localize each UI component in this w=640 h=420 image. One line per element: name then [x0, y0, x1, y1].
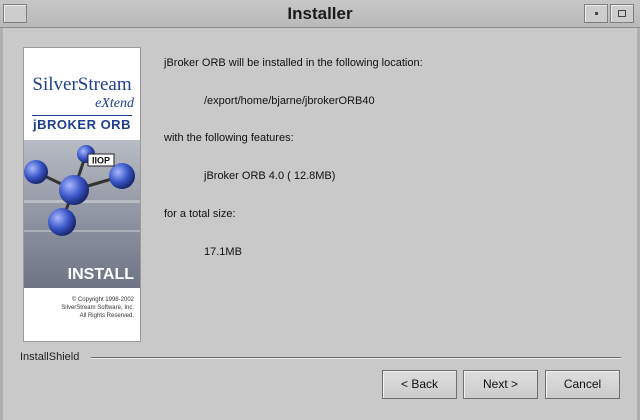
copyright-line: All Rights Reserved. — [79, 313, 134, 319]
window-frame-left — [0, 28, 3, 420]
logo-silverstream: SilverStream — [32, 74, 132, 95]
footer-divider — [91, 357, 621, 358]
minimize-icon — [595, 12, 598, 15]
install-location: /export/home/bjarne/jbrokerORB40 — [204, 95, 375, 107]
iiop-badge: IIOP — [92, 156, 110, 166]
back-button[interactable]: < Back — [382, 370, 457, 399]
product-banner: SilverStream eXtend jBROKER ORB IIOP INS… — [23, 47, 141, 342]
installshield-label: InstallShield — [20, 351, 80, 363]
maximize-icon — [618, 10, 626, 17]
total-size: 17.1MB — [204, 246, 242, 258]
feature-item: jBroker ORB 4.0 ( 12.8MB) — [204, 170, 336, 182]
next-button[interactable]: Next > — [463, 370, 538, 399]
copyright-line: SilverStream Software, Inc. — [61, 305, 134, 311]
window-title: Installer — [287, 4, 353, 23]
minimize-button[interactable] — [584, 4, 608, 23]
logo-divider — [32, 115, 132, 116]
size-intro: for a total size: — [164, 208, 236, 220]
location-intro: jBroker ORB will be installed in the fol… — [164, 57, 423, 69]
title-bar[interactable]: Installer — [0, 0, 640, 28]
features-intro: with the following features: — [164, 132, 294, 144]
install-label: INSTALL — [67, 266, 134, 283]
copyright-notice: © Copyright 1998-2002 SilverStream Softw… — [28, 296, 134, 320]
cancel-button[interactable]: Cancel — [545, 370, 620, 399]
maximize-button[interactable] — [610, 4, 634, 23]
copyright-line: © Copyright 1998-2002 — [71, 297, 134, 303]
logo-extend: eXtend — [95, 96, 134, 111]
logo-product: jBROKER ORB — [33, 117, 131, 132]
